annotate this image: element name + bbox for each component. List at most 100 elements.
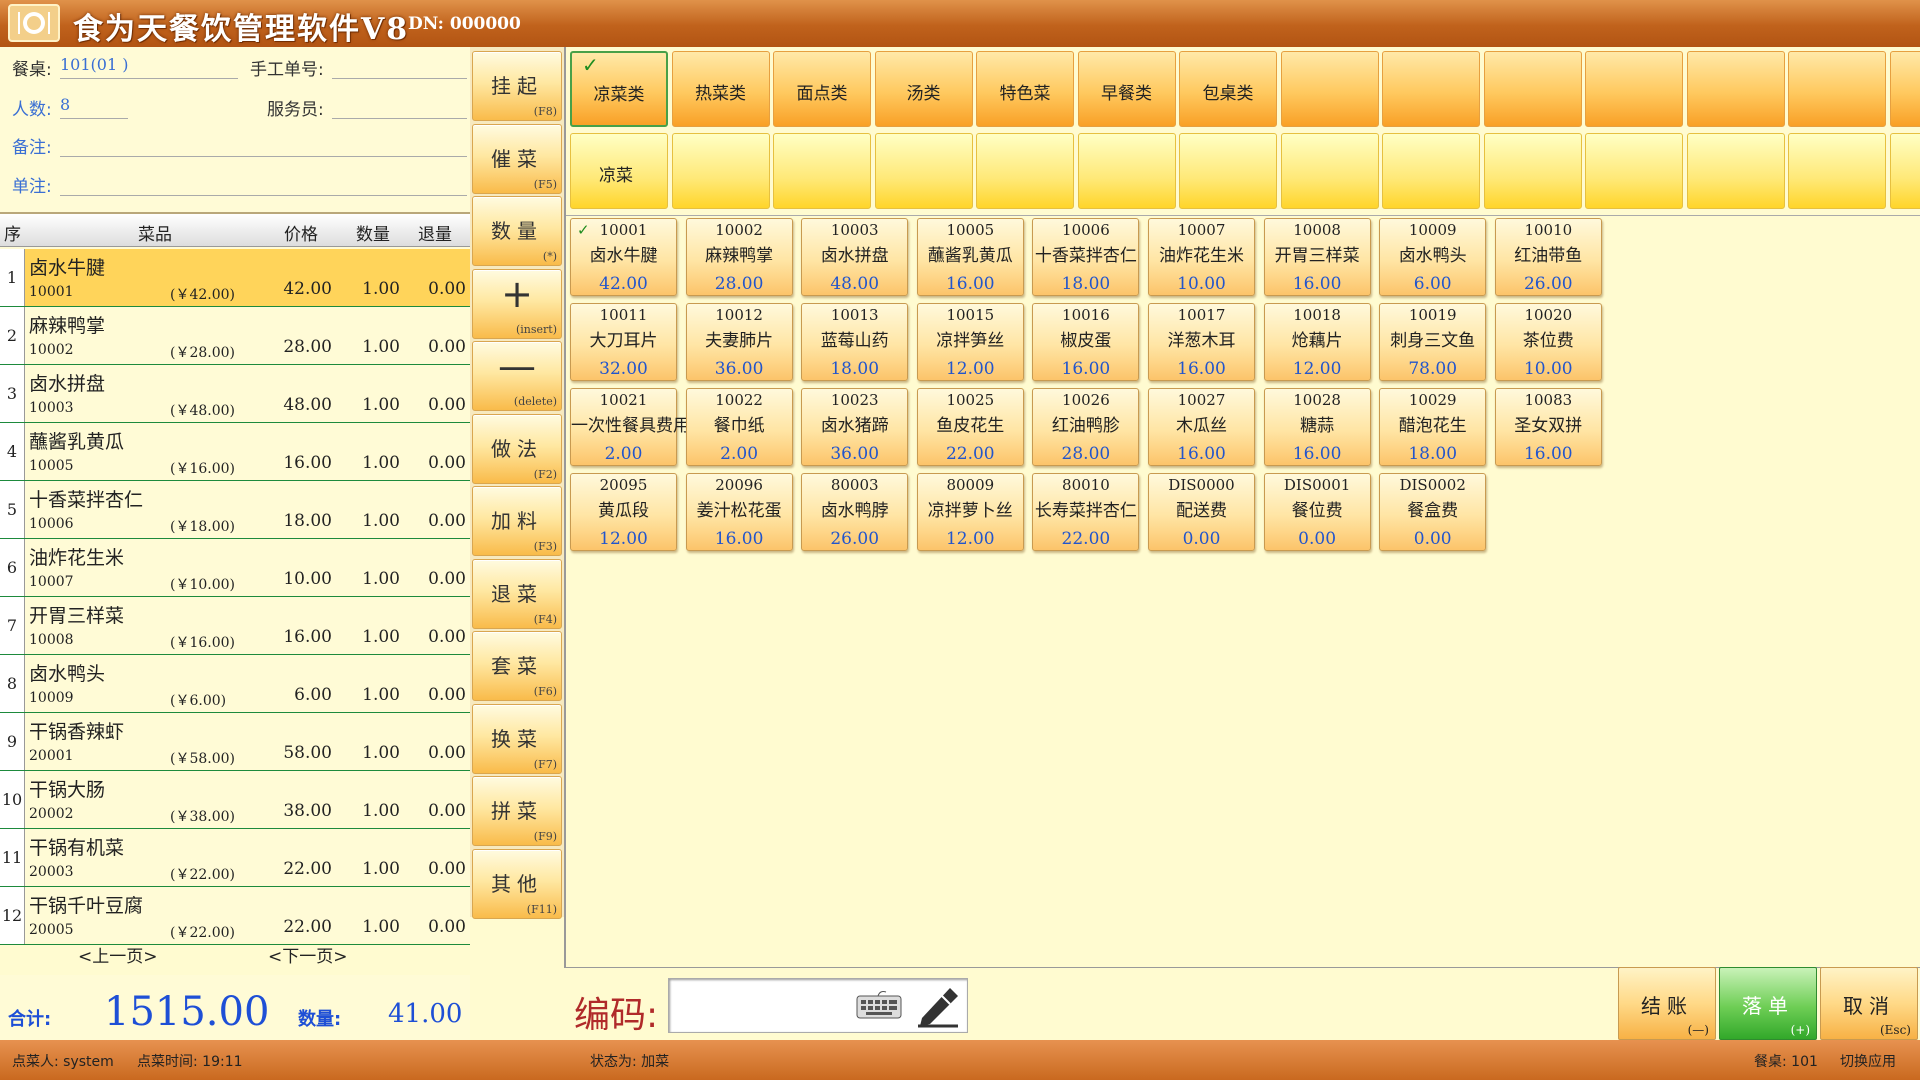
dish-button[interactable]: 10026 红油鸭胗 28.00 bbox=[1032, 388, 1140, 466]
other-button[interactable]: 其他 (F11) bbox=[472, 848, 562, 919]
set-meal-button[interactable]: 套菜 (F6) bbox=[472, 631, 562, 701]
table-row[interactable]: 8 卤水鸭头 10009 (￥6.00) 6.00 1.00 0.00 bbox=[0, 655, 470, 713]
dish-button[interactable]: 80003 卤水鸭脖 26.00 bbox=[801, 473, 909, 551]
table-field[interactable]: 101(01 ) bbox=[60, 55, 238, 79]
table-row[interactable]: 1 卤水牛腱 10001 (￥42.00) 42.00 1.00 0.00 bbox=[0, 249, 470, 307]
table-row[interactable]: 2 麻辣鸭掌 10002 (￥28.00) 28.00 1.00 0.00 bbox=[0, 307, 470, 365]
subcategory-tab[interactable] bbox=[874, 133, 973, 209]
dish-button[interactable]: 10083 圣女双拼 16.00 bbox=[1494, 388, 1602, 466]
dish-button[interactable]: 10017 洋葱木耳 16.00 bbox=[1148, 303, 1255, 381]
dish-button[interactable]: DIS0001 餐位费 0.00 bbox=[1263, 473, 1371, 551]
dish-button[interactable]: 20096 姜汁松花蛋 16.00 bbox=[685, 473, 793, 551]
swap-button[interactable]: 换菜 (F7) bbox=[472, 703, 562, 774]
table-row[interactable]: 9 干锅香辣虾 20001 (￥58.00) 58.00 1.00 0.00 bbox=[0, 713, 470, 771]
dish-button[interactable]: 10021 一次性餐具费用 2.00 bbox=[570, 388, 690, 466]
dish-button[interactable]: 10007 油炸花生米 10.00 bbox=[1148, 218, 1255, 296]
category-tab[interactable] bbox=[1788, 51, 1886, 127]
subcategory-tab[interactable] bbox=[1585, 133, 1683, 209]
dish-button[interactable]: 10022 餐巾纸 2.00 bbox=[685, 388, 793, 466]
dish-button[interactable]: 80010 长寿菜拌杏仁 22.00 bbox=[1032, 473, 1140, 551]
category-tab[interactable]: 凉菜类 ✓ bbox=[570, 51, 668, 127]
subcategory-tab[interactable] bbox=[1686, 133, 1785, 209]
subcategory-tab[interactable] bbox=[671, 133, 770, 209]
remark-field[interactable] bbox=[60, 133, 467, 157]
subcategory-tab[interactable] bbox=[1788, 133, 1886, 209]
table-row[interactable]: 7 开胃三样菜 10008 (￥16.00) 16.00 1.00 0.00 bbox=[0, 597, 470, 655]
dish-button[interactable]: 10006 十香菜拌杏仁 18.00 bbox=[1032, 218, 1140, 296]
dish-button[interactable]: 10001 卤水牛腱 42.00 ✓ bbox=[570, 218, 677, 296]
subcategory-tab[interactable] bbox=[976, 133, 1074, 209]
category-tab[interactable]: 早餐类 bbox=[1077, 51, 1176, 127]
dish-button[interactable]: 10027 木瓜丝 16.00 bbox=[1148, 388, 1255, 466]
category-tab[interactable]: 包桌类 bbox=[1179, 51, 1277, 127]
dish-button[interactable]: 10003 卤水拼盘 48.00 bbox=[801, 218, 909, 296]
subcategory-tab[interactable] bbox=[1382, 133, 1480, 209]
category-tab[interactable] bbox=[1585, 51, 1683, 127]
category-tab[interactable]: 特色菜 bbox=[976, 51, 1074, 127]
switch-app-link[interactable]: 切换应用 bbox=[1840, 1051, 1896, 1071]
quantity-button[interactable]: 数量 (*) bbox=[472, 196, 562, 266]
subcategory-tab[interactable] bbox=[1077, 133, 1176, 209]
place-order-button[interactable]: 落单 (+) bbox=[1719, 967, 1817, 1040]
table-row[interactable]: 10 干锅大肠 20002 (￥38.00) 38.00 1.00 0.00 bbox=[0, 771, 470, 829]
dish-button[interactable]: 10018 炝藕片 12.00 bbox=[1263, 303, 1371, 381]
order-note-field[interactable] bbox=[60, 172, 467, 196]
return-button[interactable]: 退菜 (F4) bbox=[472, 558, 562, 629]
table-row[interactable]: 4 蘸酱乳黄瓜 10005 (￥16.00) 16.00 1.00 0.00 bbox=[0, 423, 470, 481]
dish-button[interactable]: 10020 茶位费 10.00 bbox=[1494, 303, 1602, 381]
table-row[interactable]: 6 油炸花生米 10007 (￥10.00) 10.00 1.00 0.00 bbox=[0, 539, 470, 597]
subcategory-tab[interactable]: 凉菜 bbox=[570, 133, 668, 209]
dish-button[interactable]: 10016 椒皮蛋 16.00 bbox=[1032, 303, 1140, 381]
subcategory-tab[interactable] bbox=[1483, 133, 1582, 209]
dish-button[interactable]: 10008 开胃三样菜 16.00 bbox=[1263, 218, 1371, 296]
next-page-link[interactable]: <下一页> bbox=[268, 942, 348, 967]
table-row[interactable]: 11 干锅有机菜 20003 (￥22.00) 22.00 1.00 0.00 bbox=[0, 829, 470, 887]
category-tab[interactable]: 汤类 bbox=[874, 51, 973, 127]
subcategory-tab[interactable] bbox=[1280, 133, 1379, 209]
subcategory-tab[interactable] bbox=[1179, 133, 1277, 209]
dish-button[interactable]: 10015 凉拌笋丝 12.00 bbox=[916, 303, 1024, 381]
pen-icon[interactable] bbox=[912, 982, 964, 1028]
checkout-button[interactable]: 结账 (—) bbox=[1618, 967, 1716, 1040]
waiter-field[interactable] bbox=[332, 95, 467, 119]
dish-button[interactable]: DIS0000 配送费 0.00 bbox=[1148, 473, 1255, 551]
category-tab[interactable] bbox=[1280, 51, 1379, 127]
guests-field[interactable]: 8 bbox=[60, 95, 128, 119]
extra-button[interactable]: 加料 (F3) bbox=[472, 486, 562, 556]
dish-button[interactable]: 10009 卤水鸭头 6.00 bbox=[1379, 218, 1487, 296]
add-button[interactable]: + (insert) bbox=[472, 268, 562, 339]
dish-button[interactable]: 10028 糖蒜 16.00 bbox=[1263, 388, 1371, 466]
dish-button[interactable]: 10011 大刀耳片 32.00 bbox=[570, 303, 677, 381]
category-tab[interactable] bbox=[1889, 51, 1920, 127]
category-tab[interactable]: 热菜类 bbox=[671, 51, 770, 127]
dish-button[interactable]: 10023 卤水猪蹄 36.00 bbox=[801, 388, 909, 466]
hold-button[interactable]: 挂起 (F8) bbox=[472, 51, 562, 121]
dish-button[interactable]: 10012 夫妻肺片 36.00 bbox=[685, 303, 793, 381]
dish-button[interactable]: 10010 红油带鱼 26.00 bbox=[1494, 218, 1602, 296]
dish-button[interactable]: 10002 麻辣鸭掌 28.00 bbox=[685, 218, 793, 296]
manual-no-field[interactable] bbox=[332, 55, 467, 79]
subcategory-tab[interactable] bbox=[773, 133, 871, 209]
category-tab[interactable] bbox=[1686, 51, 1785, 127]
cancel-button[interactable]: 取消 (Esc) bbox=[1820, 967, 1918, 1040]
table-row[interactable]: 5 十香菜拌杏仁 10006 (￥18.00) 18.00 1.00 0.00 bbox=[0, 481, 470, 539]
dish-button[interactable]: 10025 鱼皮花生 22.00 bbox=[916, 388, 1024, 466]
combine-button[interactable]: 拼菜 (F9) bbox=[472, 776, 562, 846]
dish-button[interactable]: 10019 刺身三文鱼 78.00 bbox=[1379, 303, 1487, 381]
urge-button[interactable]: 催菜 (F5) bbox=[472, 123, 562, 194]
subcategory-tab[interactable] bbox=[1889, 133, 1920, 209]
dish-button[interactable]: 10029 醋泡花生 18.00 bbox=[1379, 388, 1487, 466]
method-button[interactable]: 做法 (F2) bbox=[472, 413, 562, 484]
dish-button[interactable]: 10005 蘸酱乳黄瓜 16.00 bbox=[916, 218, 1024, 296]
category-tab[interactable] bbox=[1382, 51, 1480, 127]
dish-button[interactable]: 80009 凉拌萝卜丝 12.00 bbox=[916, 473, 1024, 551]
prev-page-link[interactable]: <上一页> bbox=[78, 942, 158, 967]
dish-button[interactable]: 10013 蓝莓山药 18.00 bbox=[801, 303, 909, 381]
remove-button[interactable]: — (delete) bbox=[472, 341, 562, 411]
dish-button[interactable]: DIS0002 餐盒费 0.00 bbox=[1379, 473, 1487, 551]
table-row[interactable]: 3 卤水拼盘 10003 (￥48.00) 48.00 1.00 0.00 bbox=[0, 365, 470, 423]
category-tab[interactable] bbox=[1483, 51, 1582, 127]
dish-button[interactable]: 20095 黄瓜段 12.00 bbox=[570, 473, 677, 551]
keyboard-icon[interactable] bbox=[856, 990, 902, 1020]
table-row[interactable]: 12 干锅千叶豆腐 20005 (￥22.00) 22.00 1.00 0.00 bbox=[0, 887, 470, 945]
